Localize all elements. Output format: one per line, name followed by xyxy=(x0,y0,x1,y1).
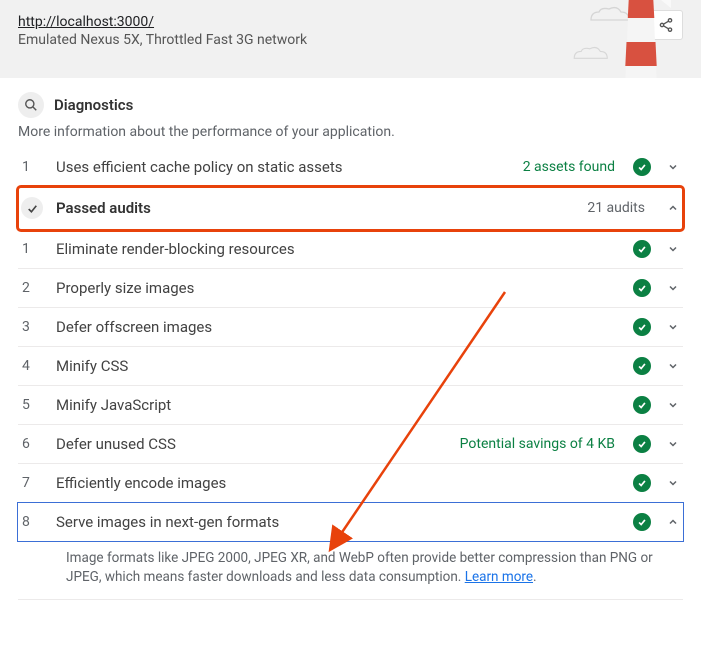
lighthouse-illustration xyxy=(611,0,671,78)
passed-audits-header[interactable]: Passed audits 21 audits xyxy=(18,187,683,230)
item-label: Uses efficient cache policy on static as… xyxy=(56,158,513,176)
tested-url-link[interactable]: http://localhost:3000/ xyxy=(18,14,154,30)
magnifier-icon xyxy=(18,92,44,118)
item-label: Serve images in next-gen formats xyxy=(56,513,623,531)
chevron-up-icon[interactable] xyxy=(663,202,683,214)
item-label: Minify JavaScript xyxy=(56,396,623,414)
chevron-down-icon[interactable] xyxy=(663,477,683,489)
chevron-down-icon[interactable] xyxy=(663,321,683,333)
item-label: Properly size images xyxy=(56,279,623,297)
diagnostics-item[interactable]: 1 Uses efficient cache policy on static … xyxy=(18,148,683,187)
passed-audits-list: 1 Eliminate render-blocking resources 2 Pro… xyxy=(18,230,683,541)
check-icon xyxy=(18,197,46,219)
item-label: Efficiently encode images xyxy=(56,474,623,492)
pass-check-icon xyxy=(633,240,651,258)
passed-audits-title: Passed audits xyxy=(56,199,577,217)
chevron-up-icon[interactable] xyxy=(663,516,683,528)
diagnostics-subtitle: More information about the performance o… xyxy=(18,124,683,148)
environment-text: Emulated Nexus 5X, Throttled Fast 3G net… xyxy=(18,32,307,48)
audit-description-text: Image formats like JPEG 2000, JPEG XR, a… xyxy=(66,550,653,585)
chevron-down-icon[interactable] xyxy=(663,161,683,173)
item-meta: Potential savings of 4 KB xyxy=(460,436,615,452)
pass-check-icon xyxy=(633,158,651,176)
passed-audit-row[interactable]: 8 Serve images in next-gen formats xyxy=(18,503,683,541)
passed-audit-row[interactable]: 4 Minify CSS xyxy=(18,347,683,386)
pass-check-icon xyxy=(633,435,651,453)
item-label: Eliminate render-blocking resources xyxy=(56,240,623,258)
item-number: 7 xyxy=(18,475,46,491)
pass-check-icon xyxy=(633,279,651,297)
item-label: Minify CSS xyxy=(56,357,623,375)
pass-check-icon xyxy=(633,396,651,414)
passed-audit-row[interactable]: 6 Defer unused CSS Potential savings of 4 … xyxy=(18,425,683,464)
diagnostics-title: Diagnostics xyxy=(54,96,133,114)
item-number: 3 xyxy=(18,319,46,335)
item-number: 2 xyxy=(18,280,46,296)
item-label: Defer offscreen images xyxy=(56,318,623,336)
audit-description: Image formats like JPEG 2000, JPEG XR, a… xyxy=(18,541,683,600)
pass-check-icon xyxy=(633,513,651,531)
passed-audit-row[interactable]: 3 Defer offscreen images xyxy=(18,308,683,347)
item-meta: 2 assets found xyxy=(523,159,615,175)
cloud-decoration-2 xyxy=(569,46,609,62)
item-number: 8 xyxy=(18,514,46,530)
passed-audit-row[interactable]: 5 Minify JavaScript xyxy=(18,386,683,425)
item-number: 1 xyxy=(18,159,46,175)
item-number: 1 xyxy=(18,241,46,257)
learn-more-link[interactable]: Learn more xyxy=(465,569,533,585)
item-number: 4 xyxy=(18,358,46,374)
passed-audit-row[interactable]: 1 Eliminate render-blocking resources xyxy=(18,230,683,269)
passed-audits-count: 21 audits xyxy=(587,200,645,216)
pass-check-icon xyxy=(633,318,651,336)
pass-check-icon xyxy=(633,357,651,375)
chevron-down-icon[interactable] xyxy=(663,282,683,294)
item-label: Defer unused CSS xyxy=(56,435,450,453)
item-number: 5 xyxy=(18,397,46,413)
passed-audit-row[interactable]: 2 Properly size images xyxy=(18,269,683,308)
pass-check-icon xyxy=(633,474,651,492)
passed-audit-row[interactable]: 7 Efficiently encode images xyxy=(18,464,683,503)
diagnostics-header: Diagnostics xyxy=(18,78,683,124)
chevron-down-icon[interactable] xyxy=(663,360,683,372)
item-number: 6 xyxy=(18,436,46,452)
chevron-down-icon[interactable] xyxy=(663,243,683,255)
report-header: http://localhost:3000/ Emulated Nexus 5X… xyxy=(0,0,701,78)
chevron-down-icon[interactable] xyxy=(663,399,683,411)
chevron-down-icon[interactable] xyxy=(663,438,683,450)
